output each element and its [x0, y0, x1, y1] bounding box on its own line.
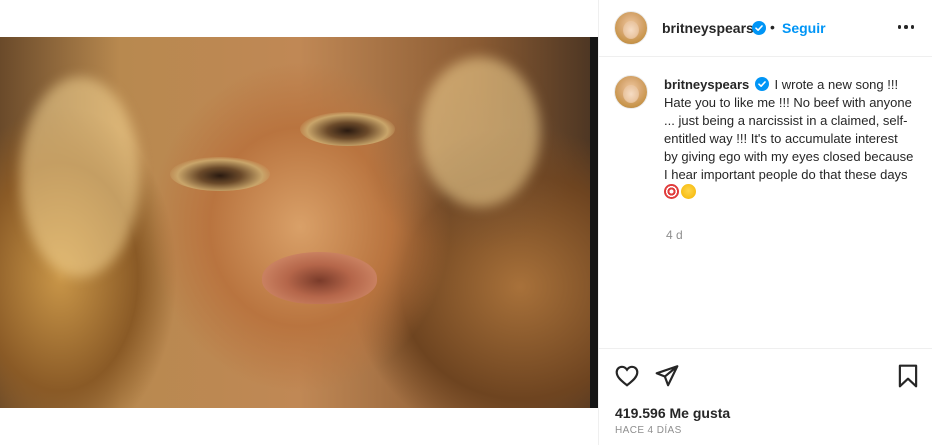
verified-badge-icon: [754, 77, 769, 91]
image-highlight: [420, 57, 540, 207]
caption-text: I wrote a new song !!! Hate you to like …: [664, 77, 914, 182]
image-detail-lips: [262, 252, 377, 304]
author-avatar[interactable]: [614, 11, 648, 45]
post-caption: britneyspears I wrote a new song !!! Hat…: [664, 76, 914, 202]
post-header: britneyspears • Seguir: [599, 0, 932, 57]
post-image[interactable]: [0, 37, 598, 408]
winking-face-emoji: [681, 184, 696, 199]
post-actions: 419.596 Me gusta HACE 4 DÍAS: [599, 348, 932, 445]
image-detail-eye-right: [300, 112, 395, 146]
direct-hit-emoji: [664, 184, 679, 199]
author-username[interactable]: britneyspears: [662, 20, 754, 36]
caption-timestamp: 4 d: [666, 228, 683, 242]
paper-plane-icon[interactable]: [654, 363, 680, 389]
more-options-icon[interactable]: [895, 17, 917, 37]
follow-button[interactable]: Seguir: [782, 20, 826, 36]
caption-author-avatar[interactable]: [614, 75, 648, 109]
image-edge: [590, 37, 598, 408]
post-timestamp: HACE 4 DÍAS: [615, 425, 682, 436]
caption-username[interactable]: britneyspears: [664, 77, 749, 92]
separator-dot: •: [770, 19, 775, 35]
image-highlight: [20, 77, 140, 277]
heart-icon[interactable]: [614, 363, 640, 389]
post-media-column: [0, 0, 598, 445]
likes-count[interactable]: 419.596 Me gusta: [615, 405, 730, 421]
verified-badge-icon: [752, 21, 766, 35]
bookmark-icon[interactable]: [895, 363, 921, 389]
image-detail-eye-left: [170, 157, 270, 191]
post-side-panel: britneyspears • Seguir britneyspears I w…: [598, 0, 932, 445]
